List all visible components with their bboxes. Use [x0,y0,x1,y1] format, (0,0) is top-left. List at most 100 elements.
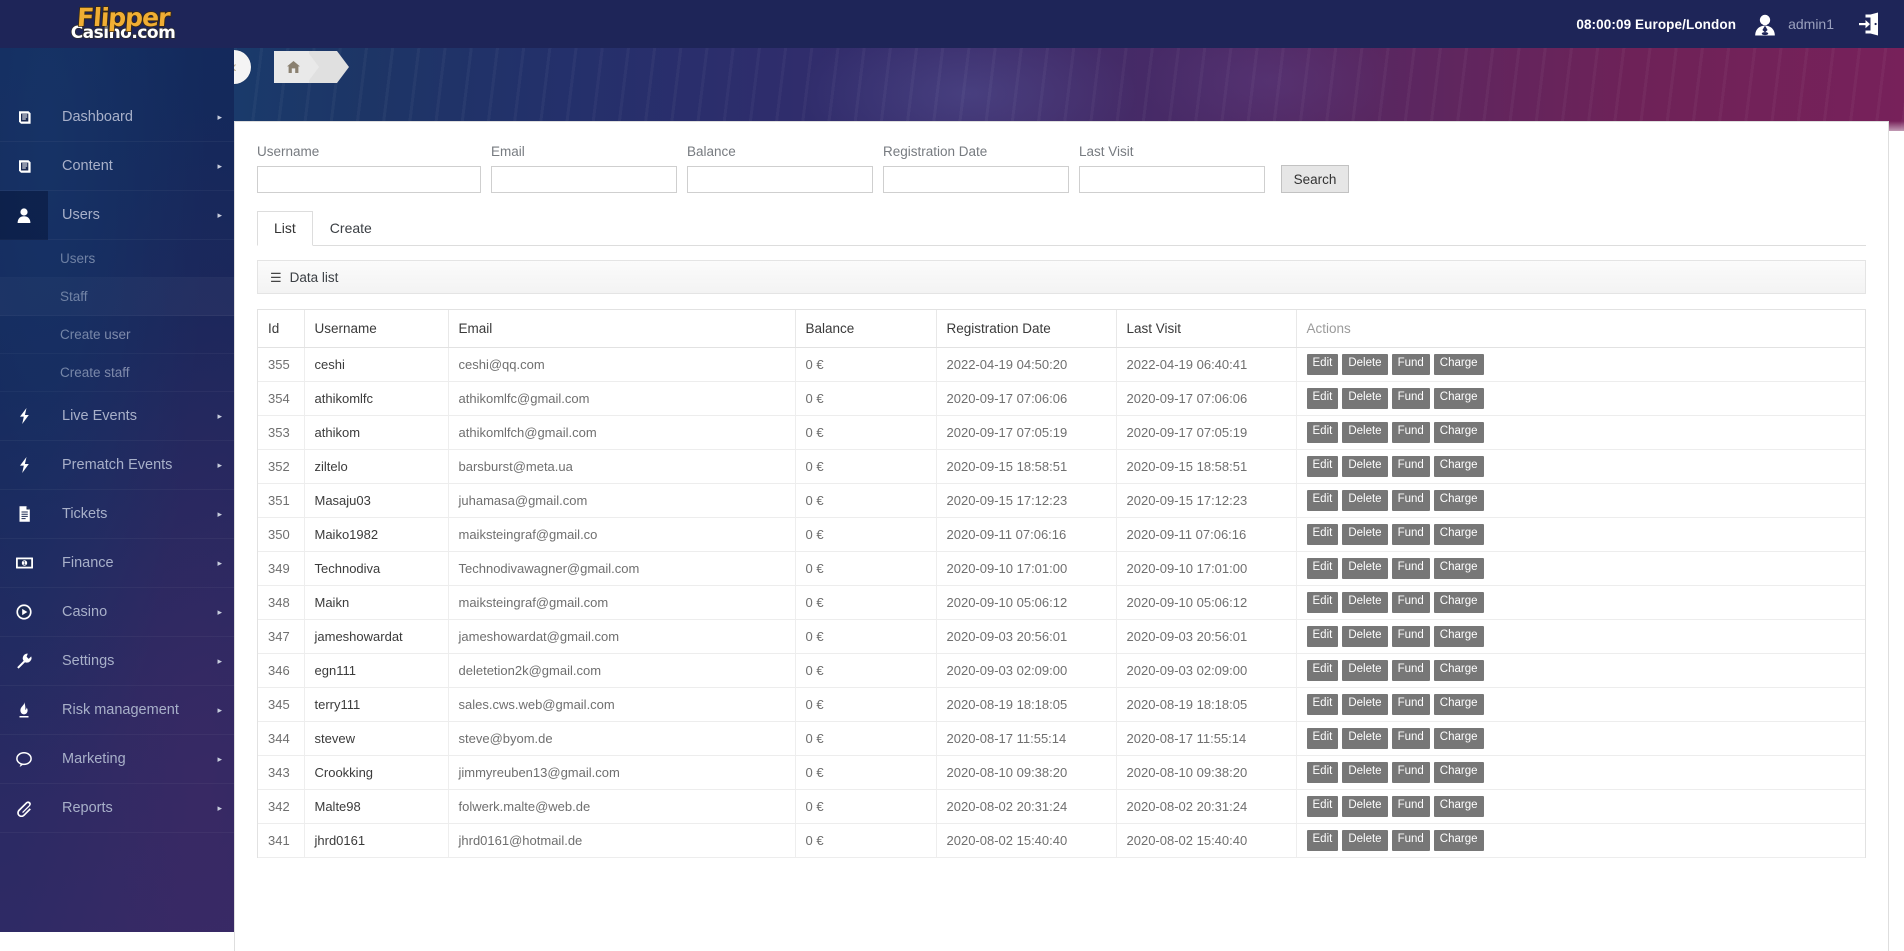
fund-button[interactable]: Fund [1391,524,1430,545]
charge-button[interactable]: Charge [1433,796,1484,817]
edit-button[interactable]: Edit [1306,558,1339,579]
fund-button[interactable]: Fund [1391,694,1430,715]
cell-balance: 0 € [795,517,937,552]
column-header-id[interactable]: Id [258,310,305,348]
charge-button[interactable]: Charge [1433,388,1484,409]
logout-icon[interactable] [1856,11,1882,37]
search-input-balance[interactable] [687,166,873,193]
fund-button[interactable]: Fund [1391,660,1430,681]
edit-button[interactable]: Edit [1306,490,1339,511]
money-icon: 1 [0,539,48,588]
fund-button[interactable]: Fund [1391,456,1430,477]
delete-button[interactable]: Delete [1342,660,1388,681]
sidebar-item-settings[interactable]: Settings ▸ [0,637,234,686]
edit-button[interactable]: Edit [1306,728,1339,749]
delete-button[interactable]: Delete [1342,830,1388,851]
fund-button[interactable]: Fund [1391,558,1430,579]
delete-button[interactable]: Delete [1342,796,1388,817]
edit-button[interactable]: Edit [1306,422,1339,443]
sidebar-item-dashboard[interactable]: Dashboard ▸ [0,93,234,142]
sidebar-subitem-staff[interactable]: Staff [0,278,234,316]
fund-button[interactable]: Fund [1391,796,1430,817]
charge-button[interactable]: Charge [1433,558,1484,579]
search-input-username[interactable] [257,166,481,193]
charge-button[interactable]: Charge [1433,422,1484,443]
cell-registration-date: 2020-09-10 17:01:00 [936,551,1117,586]
charge-button[interactable]: Charge [1433,694,1484,715]
delete-button[interactable]: Delete [1342,524,1388,545]
edit-button[interactable]: Edit [1306,694,1339,715]
charge-button[interactable]: Charge [1433,354,1484,375]
charge-button[interactable]: Charge [1433,728,1484,749]
column-header-last-visit[interactable]: Last Visit [1116,310,1297,348]
charge-button[interactable]: Charge [1433,592,1484,613]
sidebar-subitem-users[interactable]: Users [0,240,234,278]
tab-create[interactable]: Create [313,211,389,246]
fund-button[interactable]: Fund [1391,728,1430,749]
delete-button[interactable]: Delete [1342,456,1388,477]
sidebar-item-content[interactable]: Content ▸ [0,142,234,191]
charge-button[interactable]: Charge [1433,660,1484,681]
column-header-username[interactable]: Username [304,310,449,348]
edit-button[interactable]: Edit [1306,762,1339,783]
edit-button[interactable]: Edit [1306,354,1339,375]
delete-button[interactable]: Delete [1342,592,1388,613]
edit-button[interactable]: Edit [1306,830,1339,851]
sidebar-item-marketing[interactable]: Marketing ▸ [0,735,234,784]
search-button[interactable]: Search [1281,165,1349,193]
sidebar-item-users[interactable]: Users ▸ [0,190,234,240]
delete-button[interactable]: Delete [1342,422,1388,443]
sidebar-item-casino[interactable]: Casino ▸ [0,588,234,637]
charge-button[interactable]: Charge [1433,456,1484,477]
sidebar-item-tickets[interactable]: Tickets ▸ [0,490,234,539]
search-input-email[interactable] [491,166,677,193]
site-logo[interactable]: Flipper Casino.com [0,0,234,48]
charge-button[interactable]: Charge [1433,490,1484,511]
edit-button[interactable]: Edit [1306,524,1339,545]
fund-button[interactable]: Fund [1391,762,1430,783]
sidebar-item-risk-management[interactable]: Risk management ▸ [0,686,234,735]
fund-button[interactable]: Fund [1391,626,1430,647]
charge-button[interactable]: Charge [1433,762,1484,783]
sidebar-item-reports[interactable]: Reports ▸ [0,784,234,833]
sidebar-item-live-events[interactable]: Live Events ▸ [0,392,234,441]
edit-button[interactable]: Edit [1306,456,1339,477]
delete-button[interactable]: Delete [1342,626,1388,647]
user-menu[interactable]: admin1 [1752,11,1834,37]
sidebar-subitem-create-staff[interactable]: Create staff [0,354,234,392]
sidebar-subitem-create-user[interactable]: Create user [0,316,234,354]
edit-button[interactable]: Edit [1306,796,1339,817]
sidebar-item-prematch-events[interactable]: Prematch Events ▸ [0,441,234,490]
delete-button[interactable]: Delete [1342,694,1388,715]
charge-button[interactable]: Charge [1433,830,1484,851]
delete-button[interactable]: Delete [1342,388,1388,409]
edit-button[interactable]: Edit [1306,592,1339,613]
edit-button[interactable]: Edit [1306,388,1339,409]
fund-button[interactable]: Fund [1391,422,1430,443]
delete-button[interactable]: Delete [1342,558,1388,579]
breadcrumb-home[interactable] [274,51,309,83]
charge-button[interactable]: Charge [1433,626,1484,647]
sidebar-item-finance[interactable]: 1 Finance ▸ [0,539,234,588]
delete-button[interactable]: Delete [1342,354,1388,375]
cell-id: 342 [258,789,305,824]
search-input-registration-date[interactable] [883,166,1069,193]
charge-button[interactable]: Charge [1433,524,1484,545]
delete-button[interactable]: Delete [1342,728,1388,749]
delete-button[interactable]: Delete [1342,762,1388,783]
edit-button[interactable]: Edit [1306,626,1339,647]
fund-button[interactable]: Fund [1391,388,1430,409]
search-input-last-visit[interactable] [1079,166,1265,193]
fund-button[interactable]: Fund [1391,354,1430,375]
fund-button[interactable]: Fund [1391,490,1430,511]
edit-button[interactable]: Edit [1306,660,1339,681]
sidebar-label: Settings [62,653,115,669]
top-header-bar: Flipper Casino.com 08:00:09 Europe/Londo… [0,0,1904,48]
tab-list[interactable]: List [257,211,313,246]
fund-button[interactable]: Fund [1391,830,1430,851]
column-header-registration-date[interactable]: Registration Date [936,310,1117,348]
delete-button[interactable]: Delete [1342,490,1388,511]
column-header-email[interactable]: Email [448,310,796,348]
column-header-balance[interactable]: Balance [795,310,937,348]
fund-button[interactable]: Fund [1391,592,1430,613]
